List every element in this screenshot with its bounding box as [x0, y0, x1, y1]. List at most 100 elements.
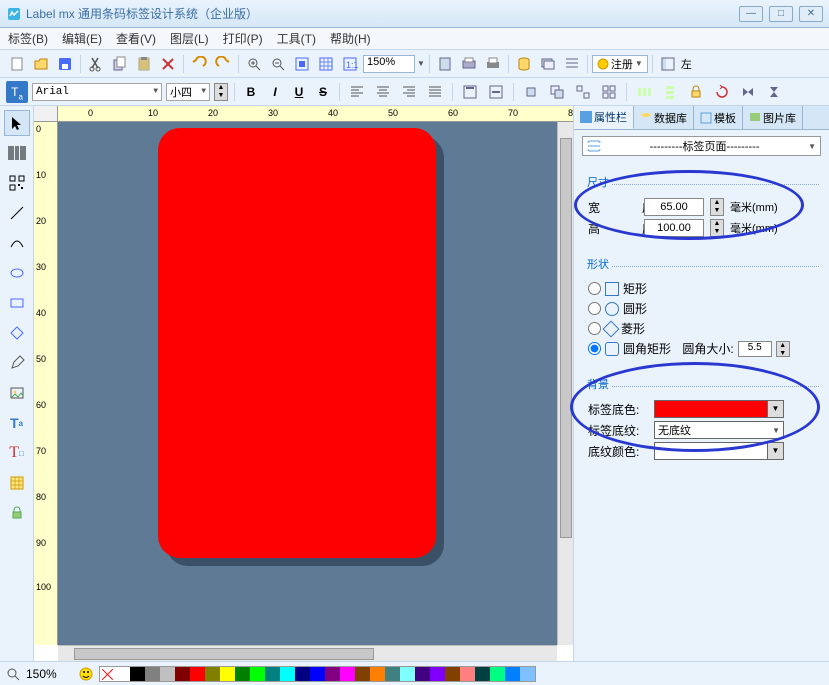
grid-button[interactable]	[315, 53, 337, 75]
tab-gallery[interactable]: 图片库	[743, 106, 803, 129]
width-spinner[interactable]: ▲▼	[710, 198, 724, 216]
palette-color[interactable]	[355, 667, 370, 681]
flip-h-button[interactable]	[737, 81, 759, 103]
palette-color[interactable]	[475, 667, 490, 681]
palette-color[interactable]	[220, 667, 235, 681]
font-size-spinner[interactable]: ▲▼	[214, 83, 228, 101]
group-button[interactable]	[572, 81, 594, 103]
scrollbar-vertical[interactable]	[557, 122, 573, 645]
menu-label[interactable]: 标签(B)	[8, 30, 48, 47]
underline-button[interactable]: U	[289, 82, 309, 102]
page-setup-button[interactable]	[434, 53, 456, 75]
palette-color[interactable]	[520, 667, 535, 681]
table-tool[interactable]	[4, 470, 30, 496]
menu-help[interactable]: 帮助(H)	[330, 30, 371, 47]
paste-button[interactable]	[133, 53, 155, 75]
text-tool[interactable]: T□	[4, 440, 30, 466]
pointer-tool[interactable]	[4, 110, 30, 136]
height-input[interactable]: 100.00	[644, 219, 704, 237]
zoom-in-button[interactable]	[243, 53, 265, 75]
shape-roundrect-radio[interactable]	[588, 342, 601, 355]
print-button[interactable]	[482, 53, 504, 75]
palette-color[interactable]	[190, 667, 205, 681]
copy-button[interactable]	[109, 53, 131, 75]
zoom-out-button[interactable]	[267, 53, 289, 75]
zoom-tool-icon[interactable]	[6, 667, 20, 681]
shape-diamond-radio[interactable]	[588, 322, 601, 335]
tab-template[interactable]: 模板	[694, 106, 743, 129]
palette-color[interactable]	[310, 667, 325, 681]
shape-rect-radio[interactable]	[588, 282, 601, 295]
open-button[interactable]	[30, 53, 52, 75]
rotate-button[interactable]	[711, 81, 733, 103]
bring-front-button[interactable]	[520, 81, 542, 103]
maximize-button[interactable]: □	[769, 6, 793, 22]
align-right-button[interactable]	[398, 81, 420, 103]
menu-layer[interactable]: 图层(L)	[170, 30, 209, 47]
ungroup-button[interactable]	[598, 81, 620, 103]
palette-color[interactable]	[400, 667, 415, 681]
shape-circle-radio[interactable]	[588, 302, 601, 315]
palette-color[interactable]	[505, 667, 520, 681]
qrcode-tool[interactable]	[4, 170, 30, 196]
print-preview-button[interactable]	[458, 53, 480, 75]
valign-mid-button[interactable]	[485, 81, 507, 103]
label-card[interactable]	[158, 128, 436, 558]
align-button[interactable]	[561, 53, 583, 75]
align-center-button[interactable]	[372, 81, 394, 103]
cut-button[interactable]	[85, 53, 107, 75]
minimize-button[interactable]: —	[739, 6, 763, 22]
bg-color-selector[interactable]: ▼	[654, 400, 784, 418]
font-size-combo[interactable]: 小四▼	[166, 83, 210, 101]
palette-color[interactable]	[265, 667, 280, 681]
lock-tool[interactable]	[4, 500, 30, 526]
distribute-v-button[interactable]	[659, 81, 681, 103]
bold-button[interactable]: B	[241, 82, 261, 102]
dock-left-button[interactable]	[657, 53, 679, 75]
save-button[interactable]	[54, 53, 76, 75]
palette-color[interactable]	[460, 667, 475, 681]
undo-button[interactable]	[188, 53, 210, 75]
palette-color[interactable]	[295, 667, 310, 681]
palette-none[interactable]	[100, 667, 115, 681]
tab-database[interactable]: 数据库	[634, 106, 694, 129]
zoom-combo[interactable]: 150%	[363, 55, 415, 73]
palette-color[interactable]	[370, 667, 385, 681]
strike-button[interactable]: S	[313, 82, 333, 102]
palette-color[interactable]	[115, 667, 130, 681]
layer-button[interactable]	[537, 53, 559, 75]
palette-color[interactable]	[325, 667, 340, 681]
menu-print[interactable]: 打印(P)	[223, 30, 263, 47]
palette-color[interactable]	[235, 667, 250, 681]
curve-tool[interactable]	[4, 230, 30, 256]
palette-color[interactable]	[145, 667, 160, 681]
palette-color[interactable]	[280, 667, 295, 681]
palette-color[interactable]	[385, 667, 400, 681]
italic-button[interactable]: I	[265, 82, 285, 102]
register-button[interactable]: 注册 ▼	[592, 55, 648, 73]
palette-color[interactable]	[160, 667, 175, 681]
rect-tool[interactable]	[4, 290, 30, 316]
menu-tools[interactable]: 工具(T)	[277, 30, 316, 47]
font-family-combo[interactable]: Arial▼	[32, 83, 162, 101]
text-adv-tool[interactable]: Ta	[4, 410, 30, 436]
palette-color[interactable]	[250, 667, 265, 681]
scrollbar-horizontal[interactable]	[58, 645, 557, 661]
text-mode-button[interactable]: Ta	[6, 81, 28, 103]
close-button[interactable]: ✕	[799, 6, 823, 22]
flip-v-button[interactable]	[763, 81, 785, 103]
palette-color[interactable]	[340, 667, 355, 681]
line-tool[interactable]	[4, 200, 30, 226]
bg-pattern-selector[interactable]: 无底纹▼	[654, 421, 784, 439]
palette-color[interactable]	[445, 667, 460, 681]
pattern-color-selector[interactable]: ▼	[654, 442, 784, 460]
barcode-tool[interactable]	[4, 140, 30, 166]
delete-button[interactable]	[157, 53, 179, 75]
send-back-button[interactable]	[546, 81, 568, 103]
palette-color[interactable]	[175, 667, 190, 681]
palette-color[interactable]	[205, 667, 220, 681]
fit-button[interactable]	[291, 53, 313, 75]
align-justify-button[interactable]	[424, 81, 446, 103]
zoom-dropdown-icon[interactable]: ▼	[417, 59, 425, 68]
image-tool[interactable]	[4, 380, 30, 406]
